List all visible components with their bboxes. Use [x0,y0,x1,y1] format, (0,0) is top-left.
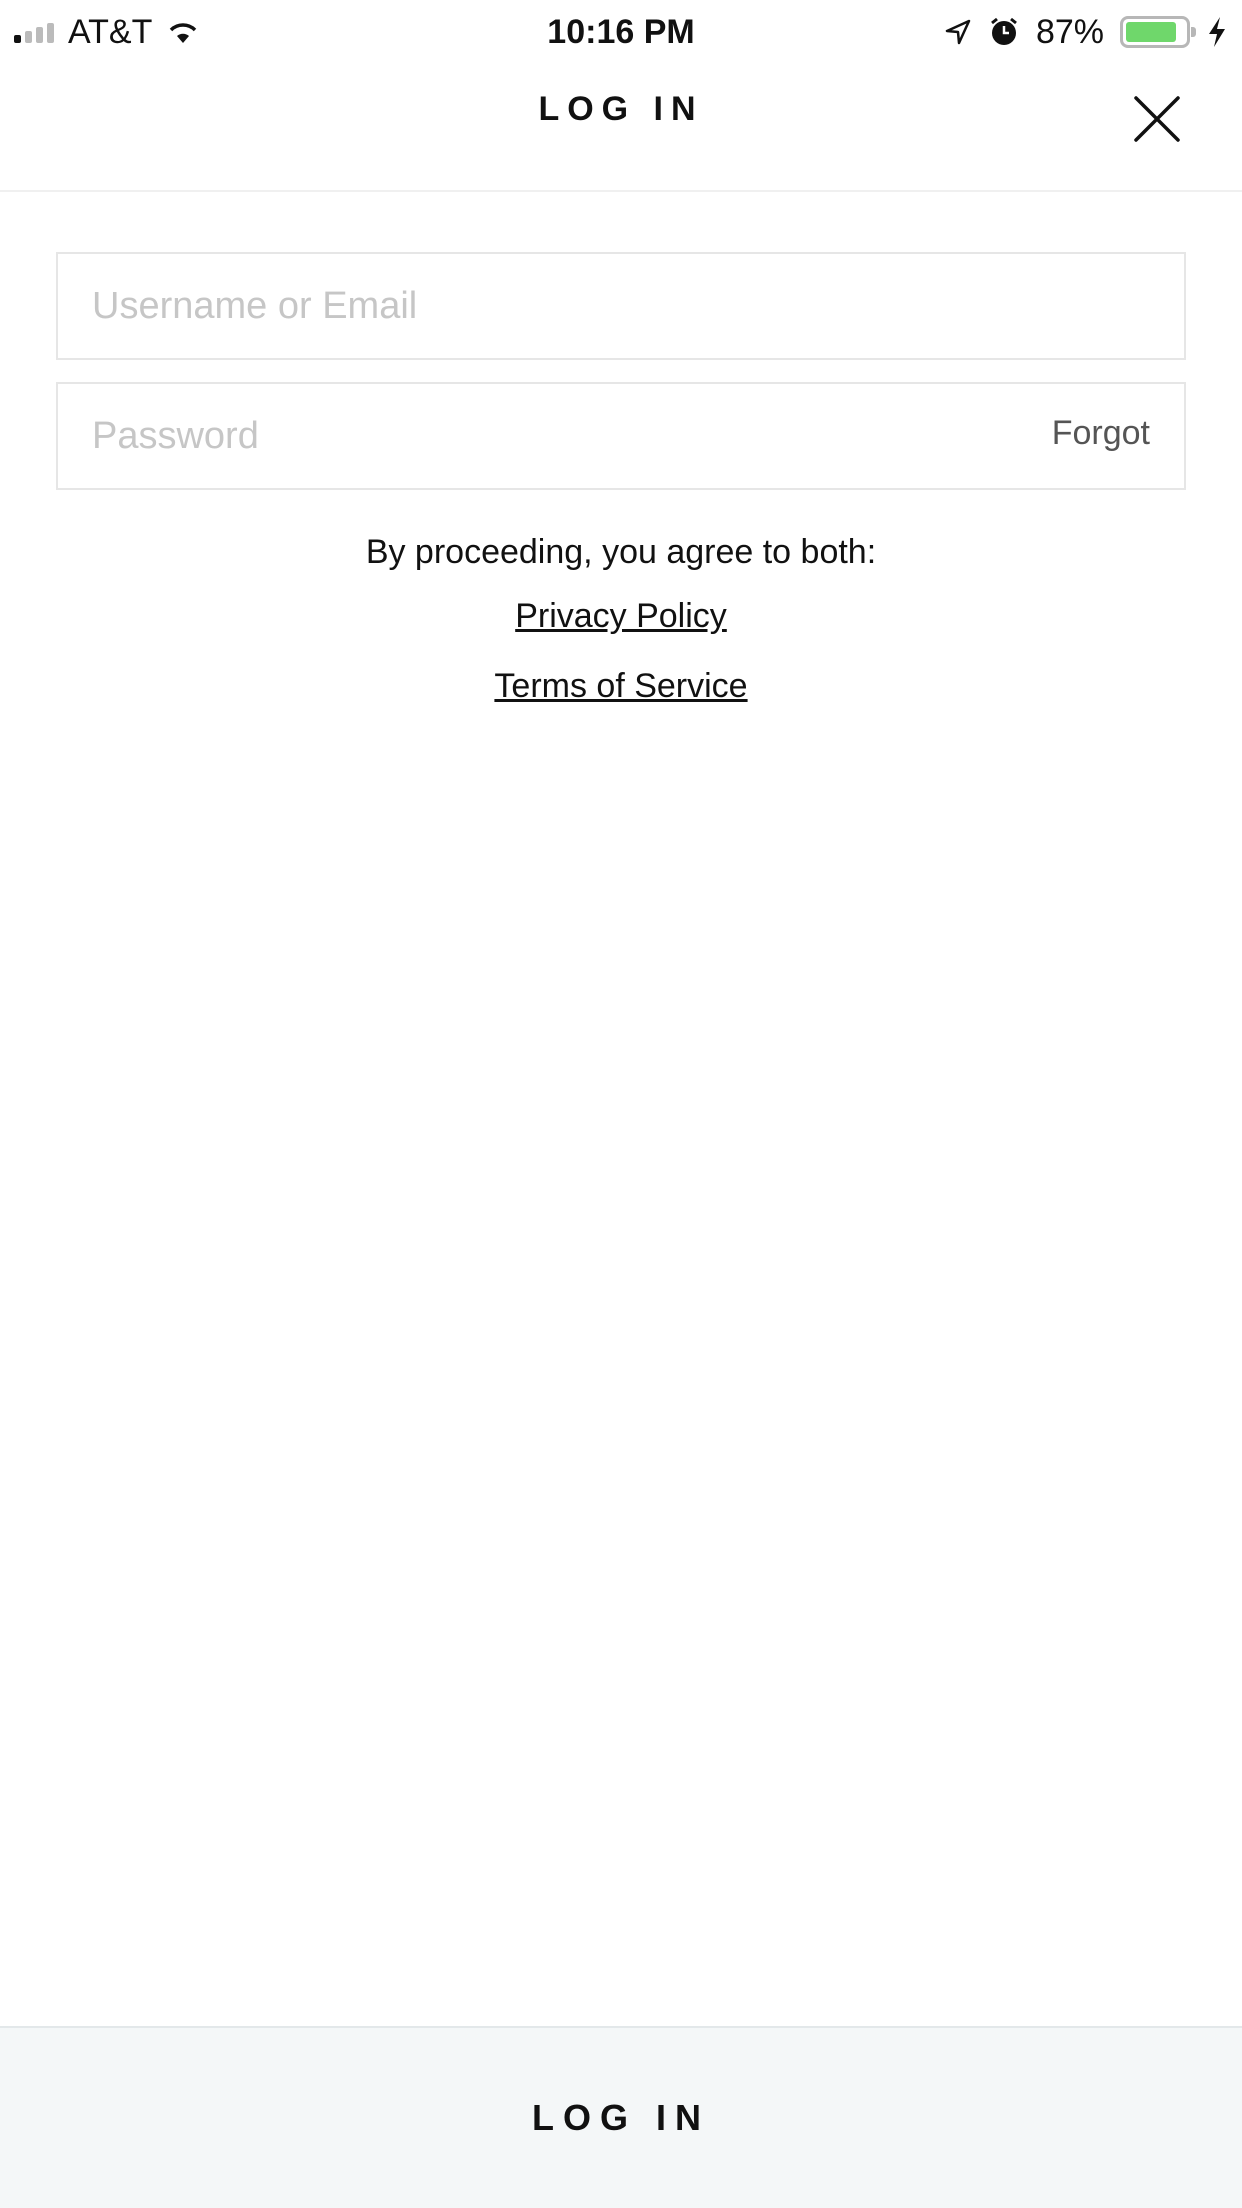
nav-bar: LOG IN [0,60,1242,192]
terms-text: By proceeding, you agree to both: [365,533,877,571]
forgot-password-link[interactable]: Forgot [1052,414,1150,453]
status-bar-right: 87% [944,10,1228,54]
username-field[interactable] [56,252,1186,360]
password-field[interactable]: Forgot [56,382,1186,490]
close-icon[interactable] [1132,94,1182,144]
password-input[interactable] [92,384,992,488]
alarm-icon [991,17,1017,45]
charging-bolt-icon [1209,17,1225,47]
battery-level [1126,22,1177,42]
battery-percent: 87% [1035,12,1104,51]
username-input[interactable] [92,254,992,358]
status-bar: AT&T 10:16 PM 87% [0,0,1242,60]
login-button[interactable]: LOG IN [0,2026,1242,2208]
terms-section: By proceeding, you agree to both: Privac… [0,530,1242,708]
privacy-policy-link[interactable]: Privacy Policy [515,594,727,638]
location-arrow-icon [945,19,971,45]
terms-of-service-link[interactable]: Terms of Service [494,664,747,708]
battery-icon [1120,16,1196,48]
page-title: LOG IN [538,90,704,128]
